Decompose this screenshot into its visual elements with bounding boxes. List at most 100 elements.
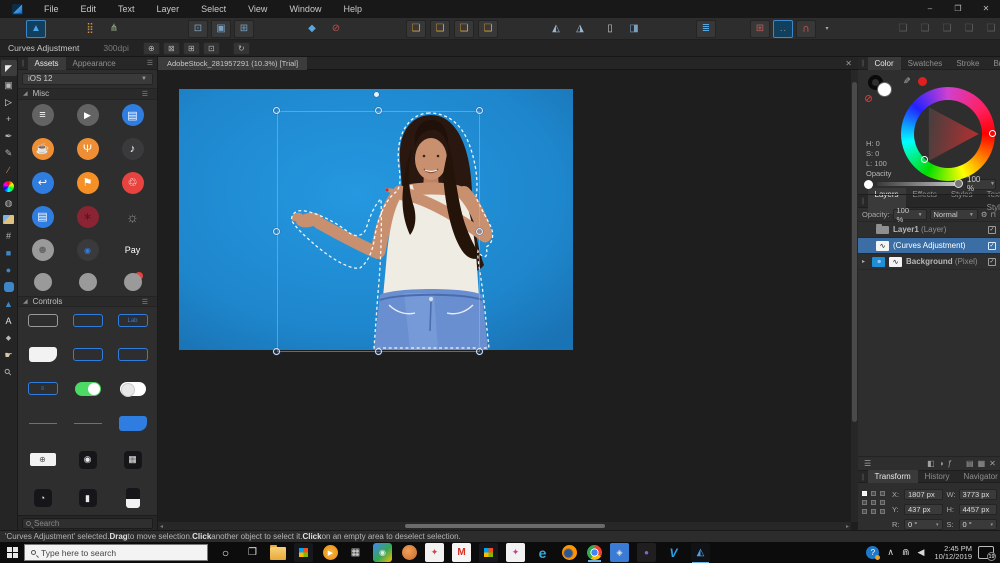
pen-tool[interactable]: ✒	[1, 128, 17, 144]
fill-swatch[interactable]	[877, 82, 892, 97]
help-bubble-icon[interactable]: ?	[866, 546, 879, 559]
label-field-control[interactable]: Lab	[118, 314, 148, 327]
boolean-subtract-icon[interactable]: ❏	[915, 20, 935, 38]
maps-blue-icon[interactable]: ◈	[610, 543, 629, 562]
handle-bottom-right[interactable]	[476, 348, 483, 355]
layer-row-background[interactable]: ▸ ∿ Background (Pixel) ✓	[858, 254, 1000, 270]
bubble-blue-control[interactable]	[119, 416, 147, 431]
asset-category-dropdown[interactable]: iOS 12 ▼	[22, 73, 153, 85]
list-asset-icon[interactable]: ≡	[32, 104, 54, 126]
calculator-control[interactable]: ▦	[124, 451, 142, 469]
start-button[interactable]	[0, 542, 24, 563]
layer-visibility-checkbox[interactable]: ✓	[988, 242, 996, 250]
grid-icon[interactable]: ⊞	[183, 42, 200, 55]
text-field-control[interactable]: ≡	[28, 382, 58, 395]
field-outline-control[interactable]	[28, 314, 58, 327]
device-asset-icon-2[interactable]	[79, 273, 97, 291]
rotation-handle[interactable]	[374, 92, 379, 97]
menu-item[interactable]: Select	[190, 0, 237, 18]
target-icon[interactable]: ⊕	[143, 42, 160, 55]
delete-layer-icon[interactable]: ✕	[987, 459, 998, 468]
current-color-swatch[interactable]	[918, 77, 927, 86]
layers-stack-icon[interactable]: ☰	[862, 459, 873, 468]
layer-visibility-checkbox[interactable]: ✓	[988, 258, 996, 266]
field-input[interactable]: 4457 px	[959, 504, 998, 515]
flashlight-control[interactable]: ▮	[79, 489, 97, 507]
controls-section-header[interactable]: ◢ Controls ☰	[18, 296, 157, 308]
section-menu-icon[interactable]: ☰	[142, 90, 152, 98]
eyedropper-tool[interactable]: ◆	[1, 330, 17, 346]
new-layer-icon[interactable]: ▤	[964, 459, 976, 468]
google-maps-icon[interactable]: ◉	[373, 543, 392, 562]
vertical-scrollbar-thumb[interactable]	[852, 82, 857, 422]
menu-item[interactable]: View	[237, 0, 278, 18]
bubble-white-control[interactable]	[29, 347, 57, 362]
transform-bounding-box[interactable]	[277, 111, 480, 352]
align-spread-icon[interactable]: ◨	[624, 20, 644, 38]
handle-bottom-left[interactable]	[273, 348, 280, 355]
flag-asset-icon[interactable]: ⚑	[77, 172, 99, 194]
scroll-right-icon[interactable]: ▸	[846, 523, 849, 530]
key-control[interactable]: ⊕	[30, 453, 56, 466]
handle-top-center[interactable]	[375, 107, 382, 114]
panel-tab[interactable]: Stroke	[949, 57, 986, 70]
select-same-icon[interactable]: ⊡	[188, 20, 208, 38]
panel-tab[interactable]: Navigator	[957, 470, 1000, 483]
insert-badge-icon[interactable]: ◆	[302, 20, 322, 38]
toggle-off-control[interactable]	[120, 382, 146, 396]
chrome-icon[interactable]	[587, 545, 602, 560]
corner-icon[interactable]: ⊡	[203, 42, 220, 55]
cortana-icon[interactable]: ○	[216, 543, 235, 562]
section-menu-icon[interactable]: ☰	[142, 298, 152, 306]
calculator-icon[interactable]: ▦	[346, 543, 365, 562]
device-asset-icon-3[interactable]	[124, 273, 142, 291]
point-transform-tool[interactable]: +	[1, 111, 17, 127]
no-entry-icon[interactable]: ⊘	[326, 20, 346, 38]
menu-item[interactable]: Window	[278, 0, 332, 18]
blend-mode-dropdown[interactable]: Normal▼	[930, 209, 978, 220]
forward-one-icon[interactable]: ❏	[454, 20, 474, 38]
field-blue-control-2[interactable]	[73, 348, 103, 361]
canvas-viewport[interactable]: ◂ ▸	[158, 70, 858, 530]
field-input[interactable]: 0 °▾	[904, 519, 943, 530]
layer-row-layer1[interactable]: Layer1 (Layer) ✓	[858, 222, 1000, 238]
firefox-icon[interactable]	[562, 545, 577, 560]
field-input[interactable]: 1807 px	[904, 489, 943, 500]
field-blue-control[interactable]	[73, 314, 103, 327]
panel-tab[interactable]: Appearance	[66, 57, 123, 70]
navigation-asset-icon[interactable]: ▶	[77, 104, 99, 126]
media-player-icon[interactable]: ▶	[323, 545, 338, 560]
no-fill-icon[interactable]	[865, 95, 872, 102]
vertical-scrollbar[interactable]	[851, 70, 858, 522]
network-icon[interactable]: ⋒	[898, 547, 914, 558]
share-nodes-icon[interactable]: ⋔	[104, 20, 124, 38]
ellipse-tool[interactable]: ●	[1, 262, 17, 278]
menu-item[interactable]: Layer	[146, 0, 191, 18]
group-icon[interactable]: ▦	[976, 459, 988, 468]
apple-pay-asset-icon[interactable]: Pay	[122, 239, 144, 261]
blend-options-gear-icon[interactable]: ⚙	[981, 210, 988, 219]
menu-item[interactable]: Text	[107, 0, 146, 18]
align-page-icon[interactable]: ▯	[600, 20, 620, 38]
rounded-rectangle-tool[interactable]	[4, 282, 14, 292]
panel-tab[interactable]: History	[918, 470, 957, 483]
handle-bottom-center[interactable]	[375, 348, 382, 355]
color-wheel-tool[interactable]	[3, 181, 14, 192]
assets-search-input[interactable]: Search	[22, 518, 153, 529]
select-transform-icon[interactable]: ⊞	[234, 20, 254, 38]
panel-tab[interactable]: Swatches	[901, 57, 950, 70]
reply-asset-icon[interactable]: ↩	[32, 172, 54, 194]
line-control-2[interactable]	[74, 423, 102, 424]
layers-opacity-dropdown[interactable]: 100 %▼	[893, 209, 927, 220]
affinity-designer-app-icon[interactable]: ▲	[26, 20, 46, 38]
panel-tab[interactable]: Transform	[868, 470, 918, 483]
move-tool[interactable]: ◤	[1, 60, 17, 76]
camera-control[interactable]: ◉	[79, 451, 97, 469]
mask-icon[interactable]: ◧	[925, 459, 937, 468]
speaker-asset-icon[interactable]: ♪	[122, 138, 144, 160]
close-button[interactable]: ✕	[972, 0, 1000, 18]
coffee-asset-icon[interactable]: ☕	[32, 138, 54, 160]
raspberry-asset-icon[interactable]: ∗	[77, 206, 99, 228]
rotate-icon[interactable]: ↻	[233, 42, 250, 55]
boolean-divide-icon[interactable]: ❏	[981, 20, 1000, 38]
